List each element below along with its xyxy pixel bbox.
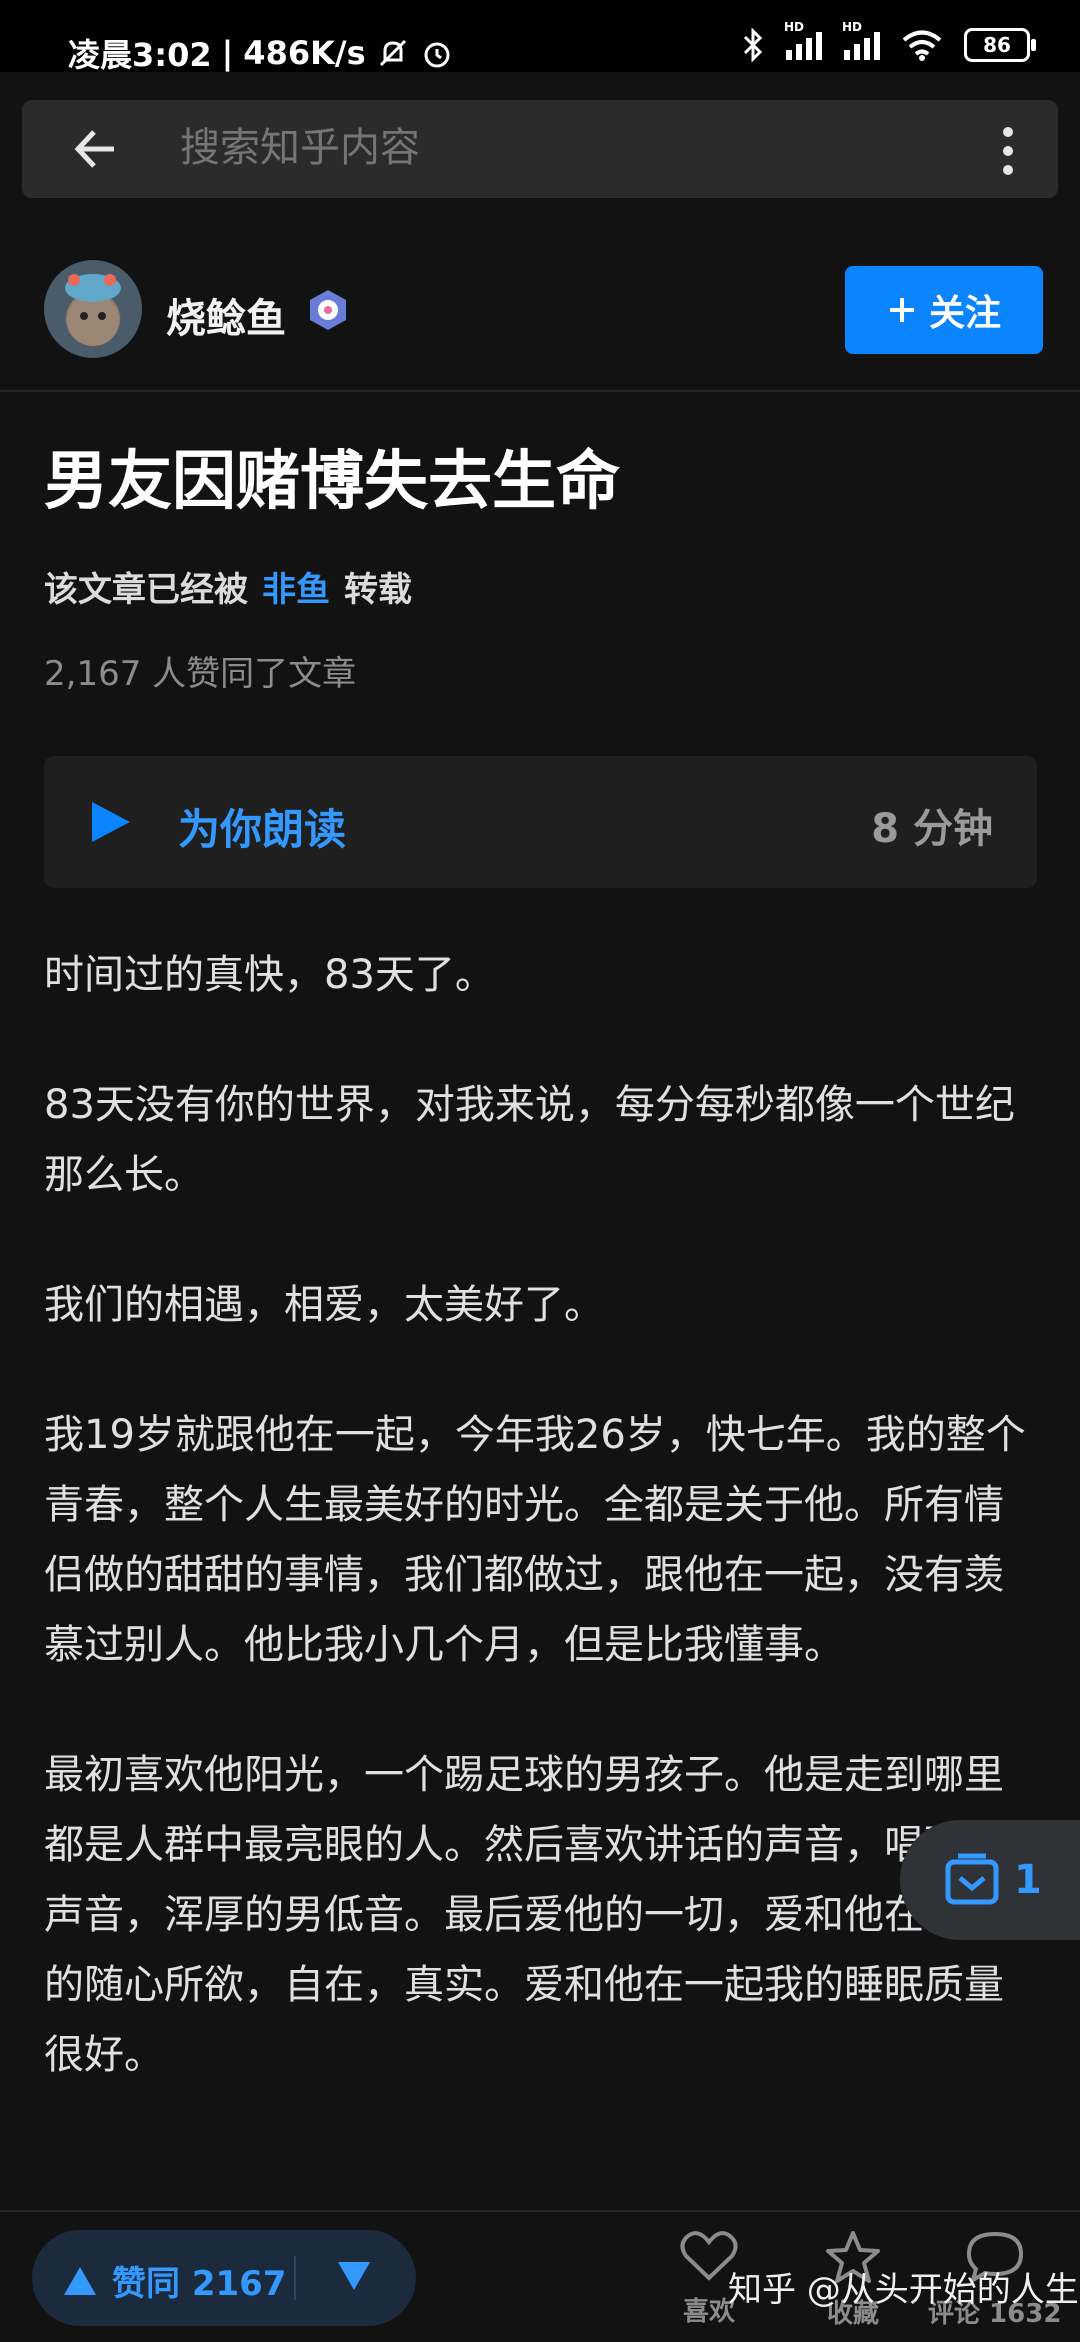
signal-icon: HD [784,20,822,60]
article-paragraph: 我们的相遇，相爱，太美好了。 [44,1282,604,1328]
avatar[interactable] [44,260,142,358]
article-paragraph: 83天没有你的世界，对我来说，每分每秒都像一个世纪那么长。 [44,1082,1015,1198]
watermark: 知乎 @从头开始的人生 [728,2270,1079,2310]
signal-icon: HD [842,20,880,60]
play-icon [92,802,130,842]
plus-icon [889,298,914,322]
downvote-arrow-icon[interactable] [336,2260,372,2292]
vote-pill: 赞同 2167 [32,2230,416,2326]
read-aloud-card[interactable]: 为你朗读 8 分钟 [44,756,1037,888]
back-arrow-icon[interactable] [70,124,120,174]
article-paragraph: 时间过的真快，83天了。 [44,952,495,998]
author-row: 烧鲶鱼 关注 [0,260,1080,392]
wifi-icon [902,30,942,61]
read-aloud-label: 为你朗读 [178,805,347,854]
search-input[interactable] [178,124,882,172]
battery-indicator: 86 [964,28,1036,62]
mute-bell-icon [379,39,406,67]
follow-button[interactable]: 关注 [845,266,1043,354]
read-duration: 8 分钟 [871,806,993,852]
upvote-arrow-icon [64,2266,96,2295]
status-time: 凌晨3:02 [68,36,212,74]
likes-count-line: 2,167 人赞同了文章 [44,654,357,694]
creator-badge-icon [310,290,346,330]
float-count: 1 [1014,1857,1042,1903]
repost-suffix: 转载 [344,570,412,610]
article-paragraph: 最初喜欢他阳光，一个踢足球的男孩子。他是走到哪里都是人群中最亮眼的人。然后喜欢讲… [44,1752,1004,2078]
inbox-icon [945,1853,999,1905]
repost-prefix: 该文章已经被 [44,570,248,610]
upvote-label: 赞同 2167 [112,2264,287,2304]
alarm-icon [424,42,450,68]
repost-notice: 该文章已经被 非鱼 转载 [44,562,412,611]
article-body: 时间过的真快，83天了。 83天没有你的世界，对我来说，每分每秒都像一个世纪那么… [44,940,1034,2150]
floating-inbox-button[interactable]: 1 [900,1820,1080,1940]
status-separator: | [221,34,234,72]
follow-label: 关注 [928,293,1001,334]
more-options-icon[interactable] [1002,126,1014,176]
bluetooth-icon [743,28,763,62]
repost-user-link[interactable]: 非鱼 [262,570,330,610]
status-bar: 凌晨3:02 | 486K/s HD HD 86 [0,0,1080,74]
article-paragraph: 我19岁就跟他在一起，今年我26岁，快七年。我的整个青春，整个人生最美好的时光。… [44,1412,1026,1668]
search-bar[interactable] [22,100,1058,198]
author-name[interactable]: 烧鲶鱼 [166,286,286,344]
vote-divider [294,2256,296,2300]
network-speed: 486K/s [243,34,366,72]
upvote-button[interactable]: 赞同 2167 [62,2256,286,2305]
article-title: 男友因赌博失去生命 [44,445,620,519]
